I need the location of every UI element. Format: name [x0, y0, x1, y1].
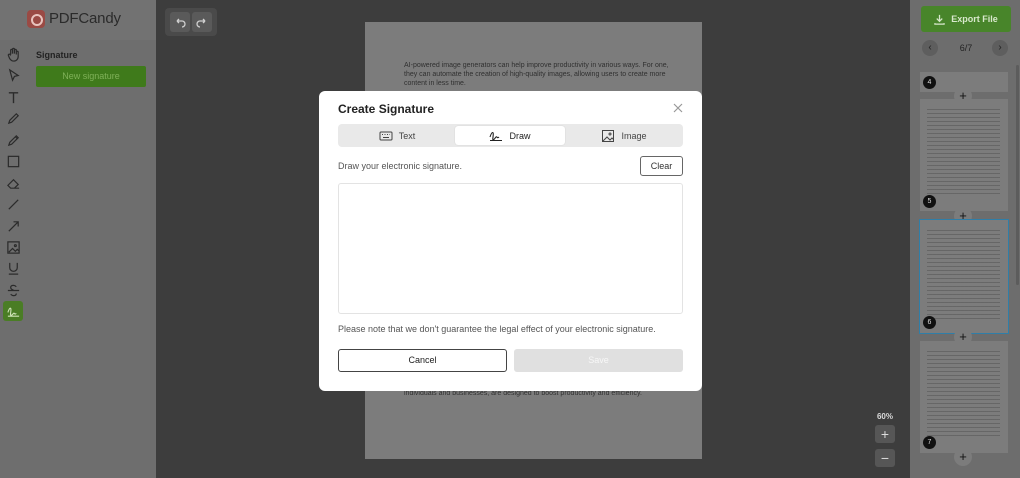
image-icon[interactable]	[3, 237, 23, 257]
tab-label: Image	[621, 130, 647, 141]
signature-drawing-canvas[interactable]	[338, 183, 683, 314]
page-counter: 6/7	[959, 43, 973, 53]
tab-label: Draw	[509, 130, 531, 141]
tool-rail	[0, 0, 26, 478]
prev-page-button[interactable]: ‹	[922, 40, 938, 56]
arrow-icon[interactable]	[3, 216, 23, 236]
panel-title: Signature	[36, 50, 78, 60]
zoom-in-button[interactable]: +	[875, 425, 895, 443]
download-icon	[934, 14, 945, 25]
logo-icon	[27, 10, 45, 28]
app-header: PDFCandy	[0, 0, 156, 40]
document-paragraph: AI-powered image generators can help imp…	[404, 62, 669, 87]
legal-note: Please note that we don't guarantee the …	[338, 324, 656, 334]
new-signature-button[interactable]: New signature	[36, 66, 146, 87]
page-number-badge: 4	[923, 76, 936, 89]
pencil-icon[interactable]	[3, 130, 23, 150]
redo-icon[interactable]	[192, 12, 212, 32]
signature-mode-tabs: Text Draw Image	[338, 124, 683, 147]
signature-draw-icon	[489, 131, 503, 141]
zoom-out-button[interactable]: −	[875, 449, 895, 467]
signature-icon[interactable]	[3, 301, 23, 321]
page-number-badge: 5	[923, 195, 936, 208]
clear-button[interactable]: Clear	[640, 156, 683, 176]
tab-image[interactable]: Image	[567, 126, 681, 145]
next-page-button[interactable]: ›	[992, 40, 1008, 56]
page-thumbnail[interactable]	[920, 99, 1008, 211]
dialog-title: Create Signature	[338, 102, 435, 116]
page-number-badge: 7	[923, 436, 936, 449]
page-thumbnails-panel: Export File ‹ 6/7 › 4 + 5 + 6 + 7 +	[910, 0, 1020, 478]
undo-icon[interactable]	[170, 12, 190, 32]
create-signature-dialog: Create Signature Text Draw Image Draw yo…	[319, 91, 702, 391]
page-thumbnail-selected[interactable]	[919, 219, 1009, 334]
strikethrough-icon[interactable]	[3, 280, 23, 300]
history-controls	[165, 8, 217, 36]
keyboard-icon	[379, 131, 393, 140]
cancel-button[interactable]: Cancel	[338, 349, 507, 372]
signature-panel: Signature New signature	[26, 40, 156, 478]
eraser-icon[interactable]	[3, 173, 23, 193]
text-icon[interactable]	[3, 87, 23, 107]
underline-icon[interactable]	[3, 258, 23, 278]
draw-instruction: Draw your electronic signature.	[338, 161, 463, 171]
thumbnail-scrollbar[interactable]	[1016, 65, 1019, 285]
save-button: Save	[514, 349, 683, 372]
hand-icon[interactable]	[3, 44, 23, 64]
tab-text[interactable]: Text	[340, 126, 454, 145]
rectangle-icon[interactable]	[3, 151, 23, 171]
pointer-icon[interactable]	[3, 65, 23, 85]
add-page-button[interactable]: +	[954, 448, 972, 466]
page-number-badge: 6	[923, 316, 936, 329]
tab-label: Text	[398, 130, 416, 141]
line-icon[interactable]	[3, 194, 23, 214]
tab-draw[interactable]: Draw	[455, 126, 565, 145]
close-icon[interactable]	[671, 101, 685, 115]
pen-icon[interactable]	[3, 108, 23, 128]
app-logo-text[interactable]: PDFCandy	[49, 10, 121, 27]
export-label: Export File	[951, 14, 998, 24]
zoom-level: 60%	[876, 412, 893, 421]
export-file-button[interactable]: Export File	[921, 6, 1011, 32]
image-icon	[602, 129, 615, 142]
